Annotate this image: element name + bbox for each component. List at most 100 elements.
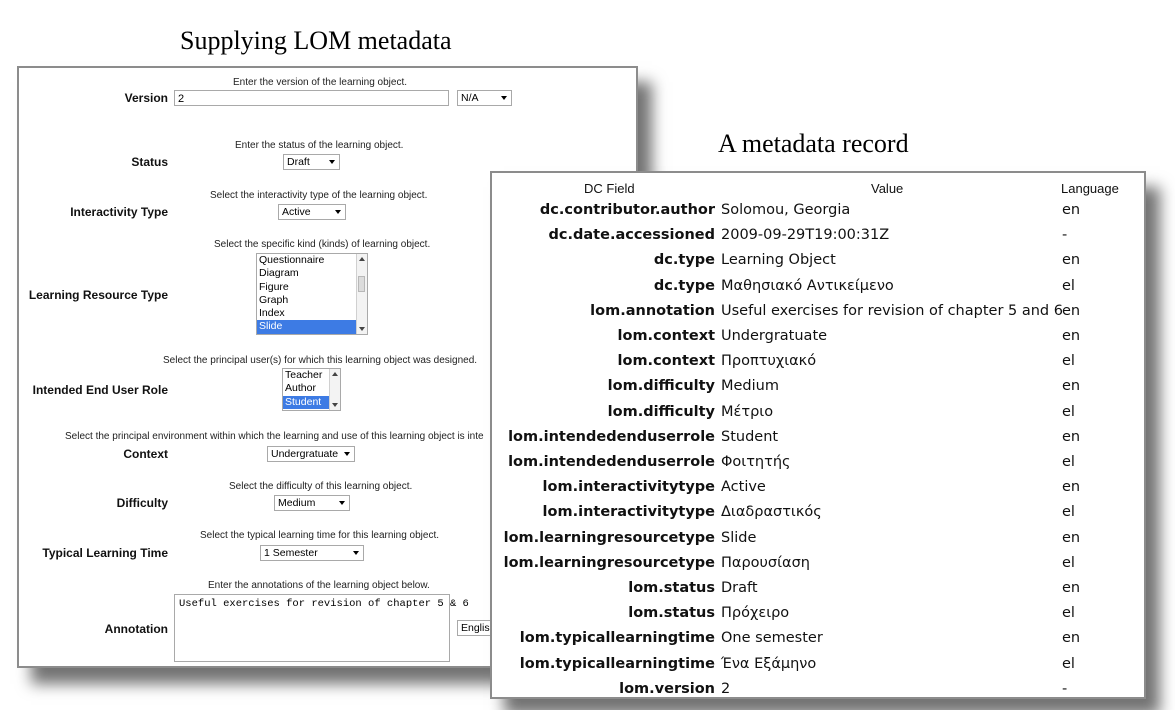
record-value: 2009-09-29T19:00:31Z <box>721 227 890 244</box>
record-row: dc.type Learning Object en <box>492 252 1144 277</box>
record-language: el <box>1062 605 1075 622</box>
record-value: Undergratuate <box>721 328 828 344</box>
record-value: Μαθησιακό Αντικείμενο <box>721 277 894 294</box>
end-user-listbox[interactable]: Teacher Author Student <box>282 368 341 411</box>
record-row: dc.date.accessioned 2009-09-29T19:00:31Z - <box>492 227 1144 252</box>
record-language: en <box>1062 479 1081 496</box>
annotation-hint: Enter the annotations of the learning ob… <box>208 580 430 591</box>
resource-type-option[interactable]: Index <box>257 307 356 320</box>
record-value: 2 <box>721 680 731 697</box>
record-header-language: Language <box>1061 181 1119 196</box>
scroll-down-icon[interactable] <box>332 403 338 407</box>
record-header-field: DC Field <box>584 181 635 196</box>
record-field: dc.type <box>653 277 715 294</box>
resource-type-option[interactable]: Figure <box>257 281 356 294</box>
record-language: en <box>1062 529 1081 546</box>
scroll-up-icon[interactable] <box>359 257 365 261</box>
record-value: Medium <box>721 378 779 395</box>
resource-type-scrollbar[interactable] <box>356 254 367 334</box>
interactivity-hint: Select the interactivity type of the lea… <box>210 190 428 201</box>
record-value: Useful exercises for revision of chapter… <box>721 302 1063 319</box>
record-field: lom.status <box>628 605 715 622</box>
record-field: lom.learningresourcetype <box>503 554 715 571</box>
scroll-down-icon[interactable] <box>359 327 365 331</box>
resource-type-option[interactable]: Diagram <box>257 267 356 280</box>
annotation-language-value: Englis <box>461 622 490 634</box>
record-field: dc.contributor.author <box>539 202 715 218</box>
resource-type-option[interactable]: Slide <box>257 320 356 334</box>
chevron-down-icon <box>339 501 345 505</box>
end-user-option[interactable]: Teacher <box>283 369 329 382</box>
record-language: - <box>1062 227 1068 244</box>
context-value: Undergratuate <box>271 448 339 460</box>
record-row: lom.status Πρόχειρο el <box>492 605 1144 630</box>
resource-type-option[interactable]: Questionnaire <box>257 254 356 267</box>
record-value: Draft <box>721 580 758 596</box>
context-label: Context <box>123 447 168 461</box>
record-caption: A metadata record <box>718 129 909 158</box>
record-language: en <box>1062 328 1081 344</box>
record-field: dc.type <box>653 252 715 269</box>
status-value: Draft <box>287 156 310 168</box>
resource-type-hint: Select the specific kind (kinds) of lear… <box>214 239 431 250</box>
record-row: lom.context Undergratuate en <box>492 328 1144 353</box>
record-field: lom.context <box>617 328 715 344</box>
resource-type-listbox[interactable]: Questionnaire Diagram Figure Graph Index Slid… <box>256 253 368 335</box>
record-value: Student <box>721 428 779 445</box>
record-field: lom.difficulty <box>607 403 715 420</box>
context-hint: Select the principal environment within … <box>65 431 484 442</box>
record-language: - <box>1062 680 1068 697</box>
resource-type-label: Learning Resource Type <box>28 288 168 302</box>
end-user-option[interactable]: Author <box>283 382 329 395</box>
record-field: lom.interactivitytype <box>542 504 715 521</box>
version-language-select[interactable]: N/A <box>457 90 512 106</box>
record-value: Learning Object <box>721 252 836 269</box>
record-value: Μέτριο <box>721 403 774 420</box>
end-user-hint: Select the principal user(s) for which t… <box>163 355 478 366</box>
scroll-up-icon[interactable] <box>332 372 338 376</box>
context-select[interactable]: Undergratuate <box>267 446 355 462</box>
record-language: en <box>1062 252 1081 269</box>
version-input[interactable]: 2 <box>174 90 449 106</box>
record-row: dc.contributor.author Solomou, Georgia en <box>492 202 1144 227</box>
record-language: en <box>1062 428 1081 445</box>
record-field: lom.interactivitytype <box>542 479 715 496</box>
chevron-down-icon <box>344 452 350 456</box>
record-value: Παρουσίαση <box>721 554 810 571</box>
record-language: en <box>1062 378 1081 395</box>
learning-time-select[interactable]: 1 Semester <box>260 545 364 561</box>
record-value: Διαδραστικός <box>721 504 822 521</box>
record-field: lom.difficulty <box>607 378 715 395</box>
end-user-scrollbar[interactable] <box>329 369 340 410</box>
record-field: lom.annotation <box>590 302 715 319</box>
resource-type-option[interactable]: Graph <box>257 294 356 307</box>
record-value: Solomou, Georgia <box>721 202 851 218</box>
status-select[interactable]: Draft <box>283 154 340 170</box>
chevron-down-icon <box>335 210 341 214</box>
annotation-label: Annotation <box>104 622 168 636</box>
record-row: lom.difficulty Μέτριο el <box>492 404 1144 429</box>
end-user-option[interactable]: Student <box>283 395 329 409</box>
difficulty-hint: Select the difficulty of this learning o… <box>229 481 413 492</box>
record-field: lom.typicallearningtime <box>519 630 715 647</box>
difficulty-label: Difficulty <box>116 496 168 510</box>
record-language: el <box>1062 454 1075 470</box>
interactivity-select[interactable]: Active <box>278 204 346 220</box>
record-row: lom.typicallearningtime Ένα Εξάμηνο el <box>492 656 1144 681</box>
annotation-textarea[interactable]: Useful exercises for revision of chapter… <box>174 594 469 662</box>
record-value: One semester <box>721 630 823 647</box>
interactivity-label: Interactivity Type <box>70 205 168 219</box>
record-language: en <box>1062 580 1081 596</box>
metadata-record-panel: DC Field Value Language dc.contributor.a… <box>490 171 1146 699</box>
difficulty-select[interactable]: Medium <box>274 495 350 511</box>
record-language: el <box>1062 554 1075 571</box>
end-user-label: Intended End User Role <box>32 383 168 397</box>
learning-time-hint: Select the typical learning time for thi… <box>200 530 440 541</box>
record-row: lom.typicallearningtime One semester en <box>492 630 1144 655</box>
scroll-thumb[interactable] <box>358 276 365 292</box>
record-field: lom.learningresourcetype <box>503 529 715 546</box>
record-field: lom.typicallearningtime <box>519 655 715 672</box>
record-value: Προπτυχιακό <box>721 353 817 370</box>
learning-time-value: 1 Semester <box>264 547 318 559</box>
record-row: lom.annotation Useful exercises for revis… <box>492 303 1144 328</box>
